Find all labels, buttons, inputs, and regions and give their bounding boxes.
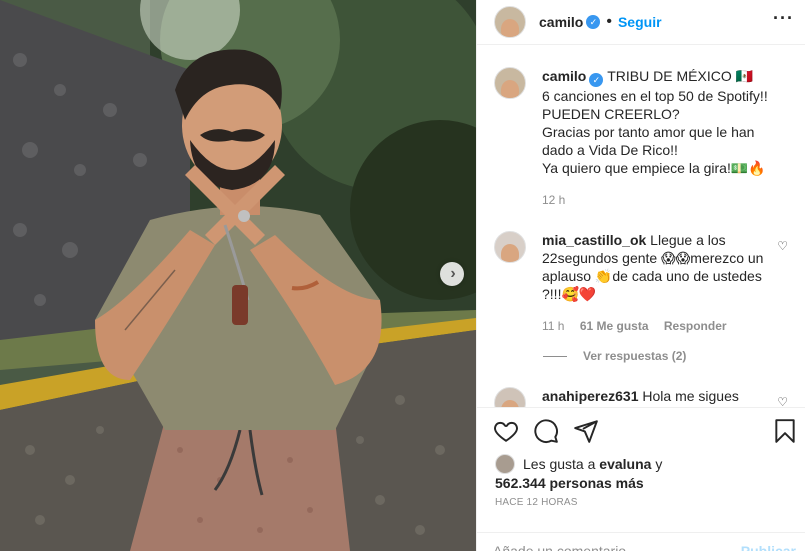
verified-badge-icon: ✓ bbox=[589, 73, 604, 87]
comment-input[interactable] bbox=[493, 543, 733, 551]
follow-button[interactable]: Seguir bbox=[618, 14, 662, 30]
comment-text: Hola me sigues bbox=[642, 388, 739, 404]
verified-badge-icon: ✓ bbox=[586, 15, 601, 29]
comment-author[interactable]: mia_castillo_ok bbox=[542, 232, 646, 248]
comments-list[interactable]: camilo ✓ TRIBU DE MÉXICO 🇲🇽 6 canciones e… bbox=[477, 45, 805, 407]
heart-icon[interactable] bbox=[493, 418, 519, 444]
caption-line: 6 canciones en el top 50 de Spotify!! bbox=[542, 88, 768, 104]
next-photo-button[interactable]: › bbox=[440, 262, 464, 286]
caption-author[interactable]: camilo bbox=[542, 68, 586, 84]
comment-item: mia_castillo_ok Llegue a los 22segundos … bbox=[494, 231, 794, 335]
post-timestamp: HACE 12 HORAS bbox=[495, 497, 578, 508]
author-avatar[interactable] bbox=[494, 6, 526, 38]
caption-author-avatar[interactable] bbox=[494, 67, 526, 99]
commenter-avatar[interactable] bbox=[494, 387, 526, 407]
caption-line: dado a Vida De Rico!! bbox=[542, 142, 678, 158]
reply-button[interactable]: Responder bbox=[664, 319, 727, 333]
post-photo[interactable]: › bbox=[0, 0, 476, 551]
publish-button[interactable]: Publicar bbox=[741, 543, 796, 551]
caption-line: TRIBU DE MÉXICO 🇲🇽 bbox=[607, 68, 754, 84]
comment-author[interactable]: anahiperez631 bbox=[542, 388, 639, 404]
comment-like-heart-icon[interactable]: ♡ bbox=[777, 239, 788, 253]
post-side-panel: camilo ✓ • Seguir ··· camilo ✓ TRIBU DE M… bbox=[476, 0, 805, 551]
comment-meta: 11 h 61 Me gusta Responder bbox=[542, 317, 774, 335]
caption: camilo ✓ TRIBU DE MÉXICO 🇲🇽 6 canciones e… bbox=[494, 67, 794, 209]
photo-illustration bbox=[0, 0, 476, 551]
post-header: camilo ✓ • Seguir ··· bbox=[477, 0, 805, 45]
commenter-avatar[interactable] bbox=[494, 231, 526, 263]
view-replies-button[interactable]: Ver respuestas (2) bbox=[543, 349, 686, 363]
likes-count[interactable]: 562.344 personas más bbox=[495, 475, 644, 491]
post-actions: Les gusta a evaluna y 562.344 personas m… bbox=[477, 407, 805, 551]
comment-like-heart-icon[interactable]: ♡ bbox=[777, 395, 788, 407]
comment-time: 11 h bbox=[542, 319, 565, 333]
separator-dot: • bbox=[606, 13, 612, 30]
likes-summary: Les gusta a evaluna y 562.344 personas m… bbox=[495, 454, 663, 491]
more-options-icon[interactable]: ··· bbox=[773, 8, 794, 29]
instagram-post: › camilo ✓ • Seguir ··· camilo ✓ TRIBU DE… bbox=[0, 0, 805, 551]
liker-username[interactable]: evaluna bbox=[599, 456, 651, 472]
share-icon[interactable] bbox=[573, 418, 599, 444]
add-comment-bar: Publicar bbox=[477, 532, 805, 551]
author-username[interactable]: camilo bbox=[539, 14, 583, 30]
comment-item: anahiperez631 Hola me sigues ♡ bbox=[494, 387, 794, 407]
comment-likes[interactable]: 61 Me gusta bbox=[580, 319, 649, 333]
bookmark-icon[interactable] bbox=[772, 418, 798, 444]
caption-line: Ya quiero que empiece la gira!💵🔥 bbox=[542, 160, 766, 176]
liker-avatar[interactable] bbox=[495, 454, 515, 474]
comment-icon[interactable] bbox=[533, 418, 559, 444]
caption-line: Gracias por tanto amor que le han bbox=[542, 124, 755, 140]
chevron-right-icon: › bbox=[450, 265, 456, 282]
caption-time: 12 h bbox=[542, 193, 566, 207]
caption-line: PUEDEN CREERLO? bbox=[542, 106, 680, 122]
